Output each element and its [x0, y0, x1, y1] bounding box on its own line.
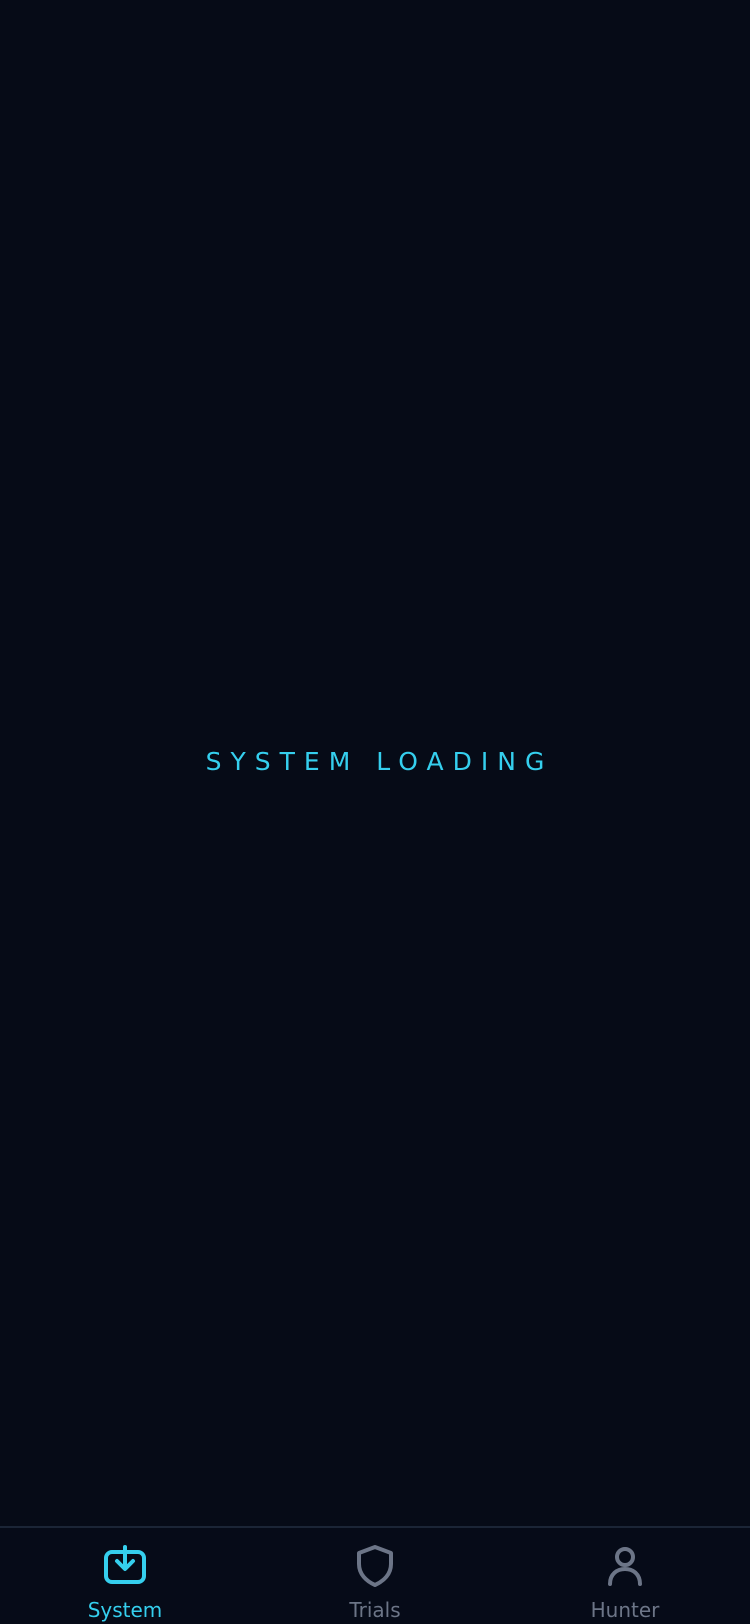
tab-trials[interactable]: Trials — [250, 1528, 500, 1624]
loading-text: SYSTEM LOADING — [205, 747, 554, 776]
tab-hunter-label: Hunter — [590, 1598, 660, 1622]
tab-hunter[interactable]: Hunter — [500, 1528, 750, 1624]
tab-system-label: System — [87, 1598, 163, 1622]
tab-system[interactable]: System — [0, 1528, 250, 1624]
bottom-tab-bar: System Trials Hunter — [0, 1526, 750, 1624]
shield-icon — [353, 1544, 397, 1588]
main-content: SYSTEM LOADING — [0, 0, 750, 1526]
tab-trials-label: Trials — [349, 1598, 401, 1622]
download-tray-icon — [103, 1544, 147, 1588]
user-icon — [603, 1544, 647, 1588]
